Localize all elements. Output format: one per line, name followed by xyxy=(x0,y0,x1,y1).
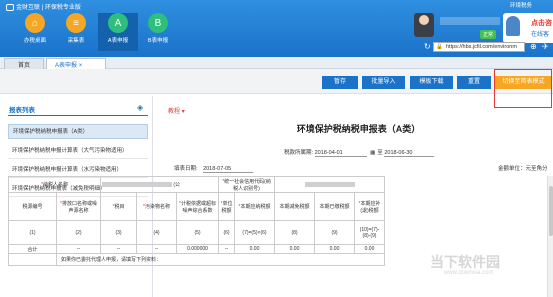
logo-icon xyxy=(6,3,14,11)
save-draft-button[interactable]: 暂存 xyxy=(322,76,358,89)
credit-code-field[interactable] xyxy=(274,176,385,193)
tab-a-declare[interactable]: A表申报 × xyxy=(46,58,106,69)
col-header: *本期应纳税额 xyxy=(234,192,275,221)
sidebar-item-air[interactable]: 环境保护税纳税申报计算表（大气污染物适用） xyxy=(8,144,148,159)
tax-period: 税款所属期: 2018-04-01 ▦ 至 2018-06-30 xyxy=(284,148,435,157)
watermark-url: www.downxia.com xyxy=(444,270,494,276)
scroll-thumb[interactable] xyxy=(549,186,553,236)
tab-bar: 首页 A表申报 × xyxy=(0,57,553,69)
service-avatar-icon xyxy=(506,16,520,36)
toolbar: 暂存 批量导入 模板下载 重置 切换至简表模式 xyxy=(0,69,553,94)
declaration-table: *纳税人名称 (公 *统一社会信用代码(纳税人识别号) 税源编号 *排放口名称或… xyxy=(8,176,385,266)
col-header: 本期减免税额 xyxy=(274,192,315,221)
sidebar-title: 报表列表 xyxy=(9,107,35,114)
template-download-button[interactable]: 模板下载 xyxy=(410,76,453,89)
user-name xyxy=(440,17,500,25)
pin-icon[interactable]: ✈ xyxy=(542,42,549,51)
column-number-row: (1) (2) (3) (4) (5) (6) (7)=(5)×(6) (8) … xyxy=(8,220,385,245)
taxpayer-name-label: *纳税人名称 xyxy=(8,176,101,193)
nav-a-declare[interactable]: A A表申报 xyxy=(98,13,138,51)
status-badge: 正常 xyxy=(480,30,497,39)
amount-unit: 金额单位：元至角分 xyxy=(498,166,548,172)
col-header: *排放口名称或噪声源名称 xyxy=(56,192,101,221)
credit-code-label: *统一社会信用代码(纳税人识别号) xyxy=(218,176,275,193)
nav-collect[interactable]: ≡ 采集表 xyxy=(56,13,96,51)
col-header: *单位税额 xyxy=(218,192,235,221)
reset-button[interactable]: 重置 xyxy=(457,76,491,89)
form-title: 环境保护税纳税申报表（A类） xyxy=(296,124,421,134)
fill-date: 填表日期: 2018-07-05 xyxy=(174,164,254,173)
customer-service[interactable]: 点击咨 在线客 xyxy=(503,13,553,43)
top-header: 金财互联 | 环保税专业版 环境税务 ⌂ 办税桌面 ≡ 采集表 A A表申报 B… xyxy=(0,0,553,57)
tutorial-link[interactable]: 教程 ▾ xyxy=(168,106,185,115)
col-header: *税目 xyxy=(100,192,137,221)
top-link[interactable]: 环境税务 xyxy=(510,1,532,9)
home-icon: ⌂ xyxy=(25,13,45,33)
a-declare-icon: A xyxy=(108,13,128,33)
avatar[interactable] xyxy=(414,13,434,37)
sidebar-item-a-form[interactable]: 环境保护税纳税申报表（A类） xyxy=(8,124,148,139)
watermark: 当下软件园 xyxy=(430,254,500,270)
tab-home[interactable]: 首页 xyxy=(4,58,44,69)
total-label: 合计 xyxy=(8,244,57,254)
agent-note: 如果你已委托代理人申报，请填写下列资料： xyxy=(56,253,385,266)
refresh-icon[interactable]: ↻ xyxy=(424,42,431,51)
fill-date-field[interactable]: 2018-07-05 xyxy=(203,166,254,173)
table-header-row: 税源编号 *排放口名称或噪声源名称 *税目 *污染物名称 *计税依据或超标噪声综… xyxy=(8,192,385,221)
total-row: 合计 -- -- -- 0.000000 -- 0.00 0.00 0.00 0… xyxy=(8,244,385,254)
layers-icon[interactable]: ◈ xyxy=(137,103,143,112)
col-header: *本期应补(退)税额 xyxy=(354,192,385,221)
calendar-icon[interactable]: ▦ xyxy=(370,150,375,156)
scrollbar[interactable] xyxy=(547,176,553,297)
col-header: *计税依据或超标噪声综合系数 xyxy=(176,192,219,221)
nav-b-declare[interactable]: B B表申报 xyxy=(138,13,178,51)
period-from-field[interactable]: 2018-04-01 xyxy=(314,150,367,157)
divider xyxy=(8,115,148,116)
col-header: *污染物名称 xyxy=(136,192,177,221)
taxpayer-name-field[interactable]: (公 xyxy=(100,176,219,193)
url-field[interactable]: 🔒 https://hbs.jcfil.com/environm xyxy=(433,42,525,52)
globe-icon[interactable]: ⊕ xyxy=(530,42,537,51)
app-logo: 金财互联 | 环保税专业版 xyxy=(6,2,81,11)
period-to-field[interactable]: 2018-06-30 xyxy=(384,150,435,157)
caret-down-icon: ▾ xyxy=(181,109,185,115)
b-declare-icon: B xyxy=(148,13,168,33)
col-header: 税源编号 xyxy=(8,192,57,221)
batch-import-button[interactable]: 批量导入 xyxy=(362,76,405,89)
lock-icon: 🔒 xyxy=(436,44,443,50)
col-header: 本期已缴税额 xyxy=(314,192,355,221)
collect-icon: ≡ xyxy=(66,13,86,33)
nav-home[interactable]: ⌂ 办税桌面 xyxy=(15,13,55,51)
